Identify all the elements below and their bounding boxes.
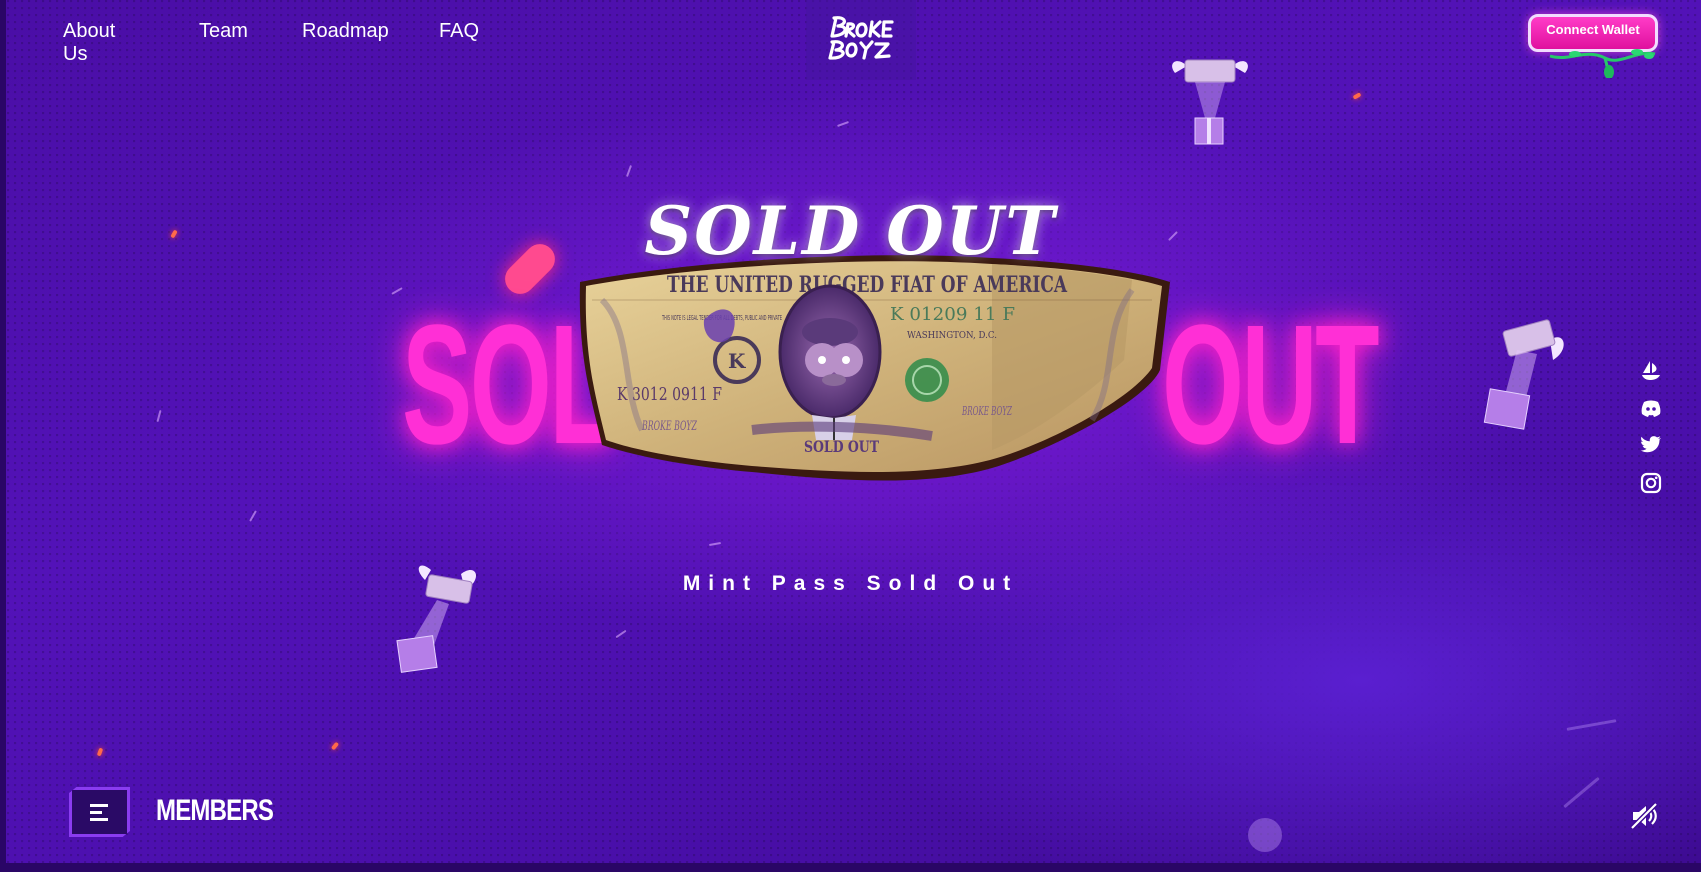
members-label: MEMBERS — [156, 794, 274, 827]
hero-subtitle: Mint Pass Sold Out — [682, 572, 1019, 595]
spark — [626, 165, 632, 177]
bill-brand-small-right: BROKE BOYZ — [961, 404, 1012, 418]
brand-logo[interactable] — [826, 14, 898, 60]
opensea-icon[interactable] — [1640, 359, 1662, 381]
nav-about-us[interactable]: About Us — [63, 20, 115, 66]
floating-money-box-left — [396, 565, 477, 673]
floating-money-box-right — [1483, 319, 1564, 430]
spark — [156, 409, 162, 423]
sound-off-icon[interactable] — [1630, 802, 1658, 830]
spark — [615, 629, 627, 639]
menu-icon — [90, 804, 108, 821]
bill-top-text: THE UNITED RUGGED FIAT OF AMERICA — [667, 272, 1068, 298]
bill-seal-letter: K — [728, 349, 746, 373]
bill-city: WASHINGTON, D.C. — [907, 331, 997, 341]
spark — [391, 287, 403, 295]
twitter-icon[interactable] — [1640, 433, 1662, 455]
nav-team[interactable]: Team — [199, 20, 248, 43]
nav-faq[interactable]: FAQ — [439, 20, 479, 43]
floating-money-box-top — [1172, 59, 1248, 145]
spark — [1563, 776, 1600, 809]
ember — [1352, 92, 1362, 100]
bill-bottom-text: SOLD OUT — [804, 437, 879, 456]
ember — [330, 741, 340, 751]
spark — [837, 121, 849, 127]
nav-roadmap[interactable]: Roadmap — [302, 20, 389, 43]
background-out-text: OUT — [1162, 290, 1380, 480]
burnt-dollar-bill: THE UNITED RUGGED FIAT OF AMERICA K THIS… — [579, 255, 1170, 481]
page-left-border — [0, 0, 6, 872]
ember — [96, 747, 104, 757]
members-menu-button[interactable] — [69, 787, 130, 837]
spark — [249, 510, 257, 522]
vine-decoration — [1549, 49, 1656, 78]
bill-brand-small: BROKE BOYZ — [641, 419, 697, 434]
page-bottom-border — [0, 863, 1701, 872]
glow-orb — [1248, 818, 1282, 852]
bill-serial-right: K 01209 11 F — [890, 304, 1015, 325]
hero-title: SOLD OUT — [644, 192, 1057, 270]
spark — [708, 541, 722, 547]
instagram-icon[interactable] — [1640, 472, 1662, 494]
discord-icon[interactable] — [1640, 397, 1662, 419]
spark — [1566, 719, 1617, 731]
